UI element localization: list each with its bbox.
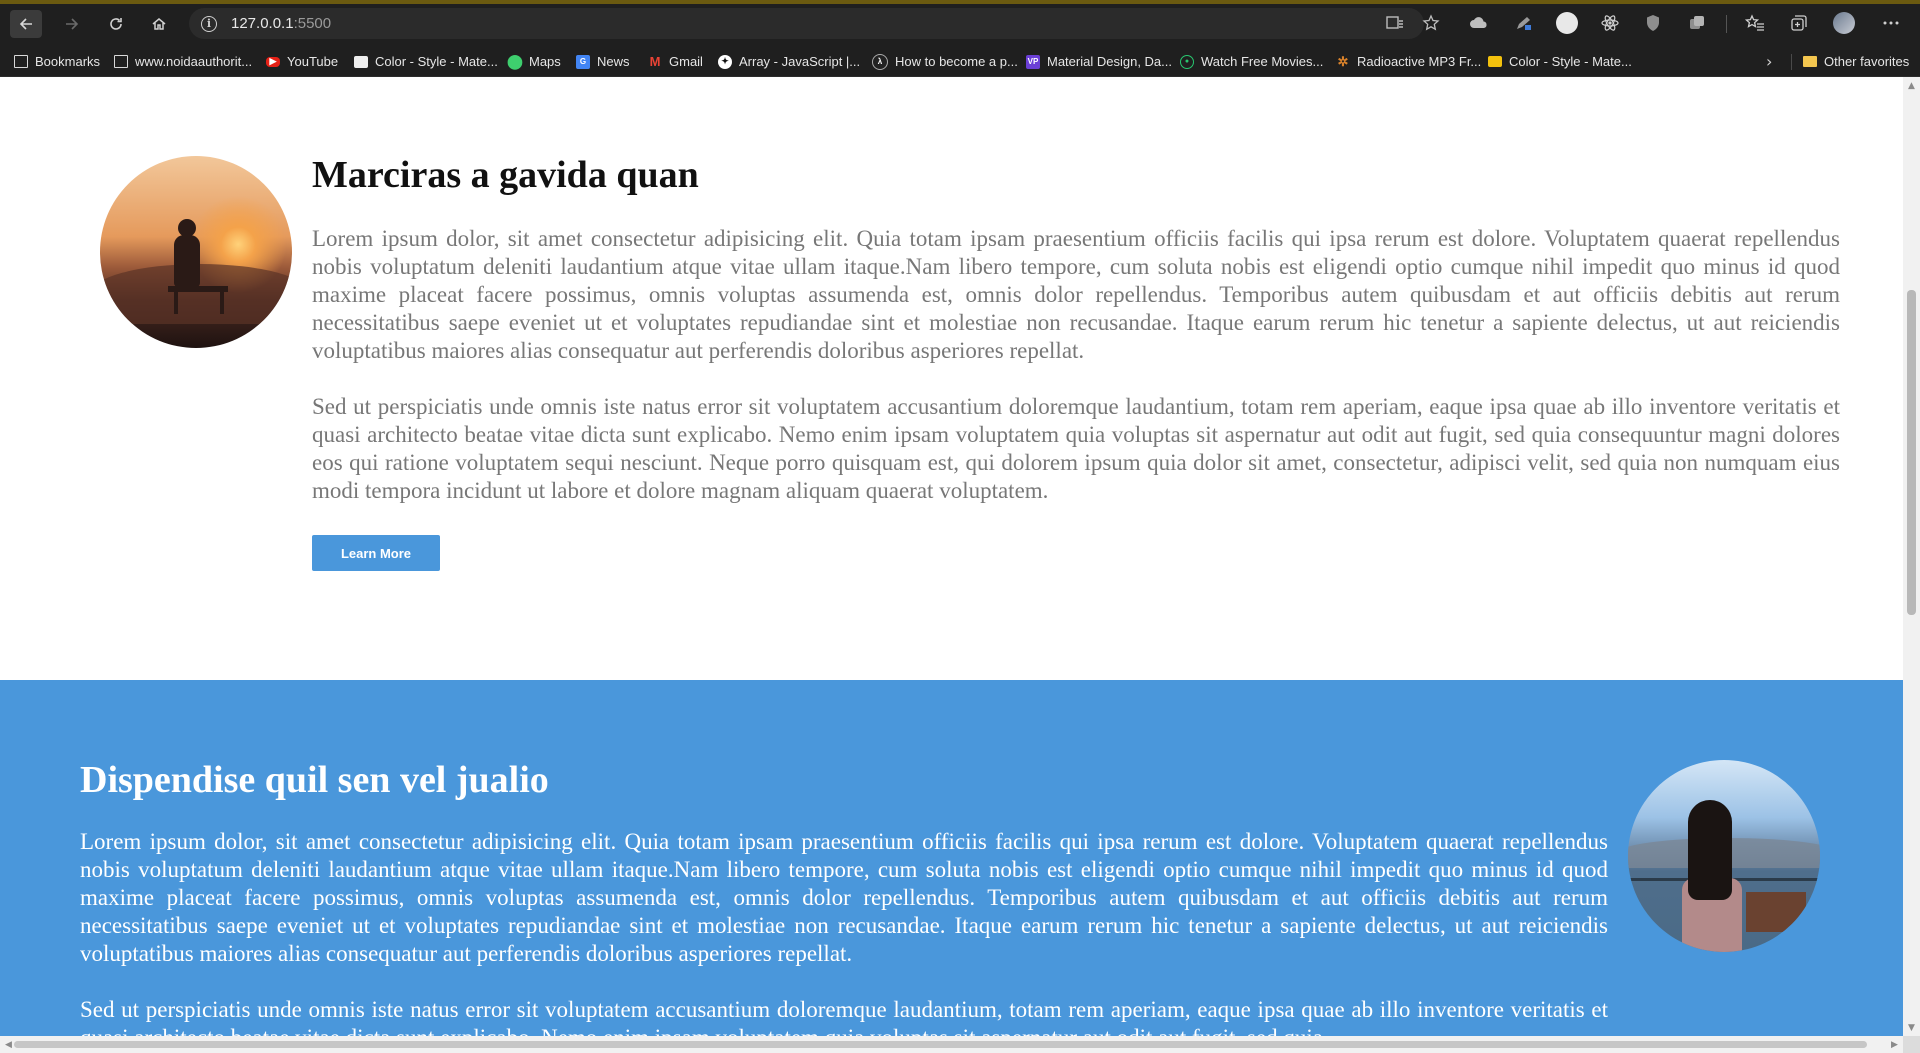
arrow-right-icon [66, 18, 79, 30]
toolbar-divider [1726, 15, 1727, 33]
lambda-icon: λ [872, 53, 888, 70]
bookmark-label: News [597, 54, 630, 69]
bookmark-label: Gmail [669, 54, 703, 69]
section-paragraph: Lorem ipsum dolor, sit amet consectetur … [312, 226, 1840, 363]
bookmark-label: YouTube [287, 54, 339, 69]
bookmark-item[interactable]: G News [576, 47, 630, 76]
scrollbar-thumb[interactable] [1907, 290, 1916, 615]
bookmark-item[interactable]: ✲ Radioactive MP3 Fr... [1336, 47, 1482, 76]
bookmark-label: Maps [529, 54, 561, 69]
page-viewport: Marciras a gavida quan Lorem ipsum dolor… [0, 77, 1903, 1036]
bookmark-label: Radioactive MP3 Fr... [1357, 54, 1482, 69]
bookmark-item[interactable]: ▶ YouTube [266, 47, 338, 76]
scroll-down-icon[interactable]: ▼ [1903, 1019, 1920, 1036]
other-favorites[interactable]: Other favorites [1803, 47, 1909, 76]
bookmarks-bar: Bookmarks www.noidaauthorit... ▶ YouTube … [0, 47, 1920, 77]
home-button[interactable] [143, 10, 175, 38]
loading-indicator [0, 0, 1920, 4]
section-paragraph: Sed ut perspiciatis unde omnis iste natu… [312, 394, 1840, 503]
sunset-photo [100, 156, 292, 348]
arrow-left-icon [19, 18, 32, 30]
extension-pen-icon[interactable] [1512, 12, 1534, 34]
bookmarks-divider [1791, 54, 1792, 70]
extension-copy-icon[interactable] [1686, 12, 1708, 34]
radio-icon: ✲ [1337, 53, 1349, 69]
bookmark-label: www.noidaauthorit... [135, 54, 253, 69]
bookmark-item[interactable]: λ How to become a p... [872, 47, 1018, 76]
bookmark-label: Color - Style - Mate... [375, 54, 498, 69]
refresh-button[interactable] [100, 10, 132, 38]
bookmark-item[interactable]: ● Watch Free Movies... [1180, 47, 1323, 76]
feature-section-1: Marciras a gavida quan Lorem ipsum dolor… [0, 77, 1903, 680]
section-paragraph: Lorem ipsum dolor, sit amet consectetur … [80, 829, 1608, 966]
lake-photo [1628, 760, 1820, 952]
bookmark-item[interactable]: www.noidaauthorit... [114, 47, 252, 76]
md-icon: VP [1026, 54, 1040, 69]
add-favorite-icon[interactable] [1420, 12, 1442, 34]
bookmark-item[interactable]: VP Material Design, Da... [1026, 47, 1172, 76]
profile-avatar-icon[interactable] [1833, 12, 1855, 34]
bookmark-item[interactable]: Bookmarks [14, 47, 100, 76]
shield-icon[interactable] [1642, 12, 1664, 34]
bookmark-label: Color - Style - Mate... [1509, 54, 1632, 69]
feature-section-2: Dispendise quil sen vel jualio Lorem ips… [0, 680, 1903, 1036]
youtube-icon: ▶ [266, 56, 280, 67]
refresh-icon [110, 18, 122, 30]
home-icon [152, 18, 166, 30]
back-button[interactable] [10, 10, 42, 38]
favorites-icon[interactable] [1744, 12, 1766, 34]
folder-icon [1803, 56, 1817, 67]
scrollbar-thumb[interactable] [14, 1041, 1867, 1048]
vertical-scrollbar[interactable]: ▲ ▼ [1903, 77, 1920, 1036]
address-bar[interactable]: i 127.0.0.1:5500 [189, 8, 1424, 39]
more-menu-icon[interactable] [1880, 12, 1902, 34]
scroll-up-icon[interactable]: ▲ [1903, 77, 1920, 94]
url-text[interactable]: 127.0.0.1:5500 [231, 15, 331, 32]
section-paragraph: Sed ut perspiciatis unde omnis iste natu… [80, 997, 1608, 1036]
page-icon [14, 55, 28, 68]
bookmark-item[interactable]: Color - Style - Mate... [354, 47, 498, 76]
page-icon [114, 55, 128, 68]
gmail-icon: M [649, 54, 661, 69]
extension-cloud-icon[interactable] [1468, 12, 1490, 34]
bookmark-label: Bookmarks [35, 54, 101, 69]
news-icon: G [576, 54, 590, 69]
bookmark-label: Material Design, Da... [1047, 54, 1172, 69]
url-port: :5500 [293, 15, 332, 32]
browser-toolbar: i 127.0.0.1:5500 [0, 0, 1920, 47]
extension-avatar-icon[interactable] [1556, 12, 1578, 34]
watch-icon: ● [1180, 54, 1194, 69]
bookmark-label: How to become a p... [895, 54, 1018, 69]
section-title: Marciras a gavida quan [312, 154, 699, 196]
bookmark-item[interactable]: ✦ Array - JavaScript |... [718, 47, 860, 76]
scroll-right-icon[interactable]: ▶ [1886, 1036, 1903, 1053]
bookmark-item[interactable]: ⬤ Maps [507, 47, 561, 76]
immersive-reader-icon[interactable] [1384, 12, 1406, 34]
array-icon: ✦ [718, 54, 732, 69]
chevron-right-icon[interactable]: › [1766, 47, 1772, 76]
bookmark-item[interactable]: M Gmail [648, 47, 703, 76]
color-icon [1488, 56, 1502, 67]
bookmark-label: Watch Free Movies... [1201, 54, 1324, 69]
horizontal-scrollbar[interactable]: ◀ ▶ [0, 1036, 1903, 1053]
other-favorites-label: Other favorites [1824, 54, 1910, 69]
react-devtools-icon[interactable] [1599, 12, 1621, 34]
forward-button[interactable] [56, 10, 88, 38]
scrollbar-corner [1903, 1036, 1920, 1053]
collections-icon[interactable] [1788, 12, 1810, 34]
url-host: 127.0.0.1 [231, 15, 294, 32]
bookmark-label: Array - JavaScript |... [739, 54, 861, 69]
info-icon[interactable]: i [201, 15, 217, 32]
material-icon [354, 55, 368, 68]
maps-icon: ⬤ [507, 53, 523, 69]
section-title: Dispendise quil sen vel jualio [80, 759, 549, 801]
bookmark-item[interactable]: Color - Style - Mate... [1488, 47, 1632, 76]
learn-more-button[interactable]: Learn More [312, 535, 440, 571]
